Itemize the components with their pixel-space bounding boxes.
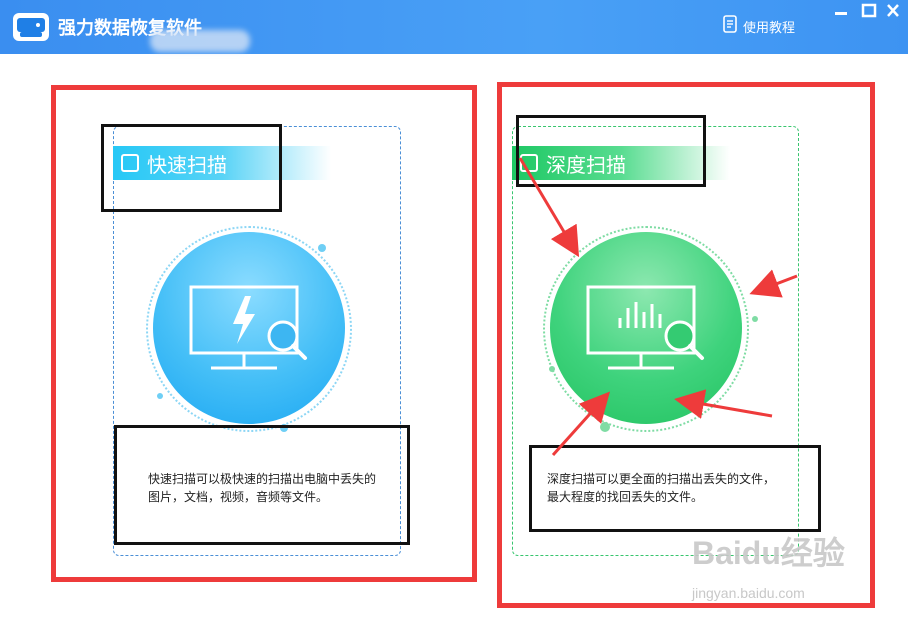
watermark-url: jingyan.baidu.com xyxy=(692,585,805,601)
arrow xyxy=(551,391,611,457)
arrow xyxy=(749,269,798,298)
arrow xyxy=(518,157,580,258)
watermark-brand: Baidu经验 xyxy=(692,535,845,571)
bottom-toolbar-strip xyxy=(0,606,908,628)
arrow xyxy=(674,389,773,419)
